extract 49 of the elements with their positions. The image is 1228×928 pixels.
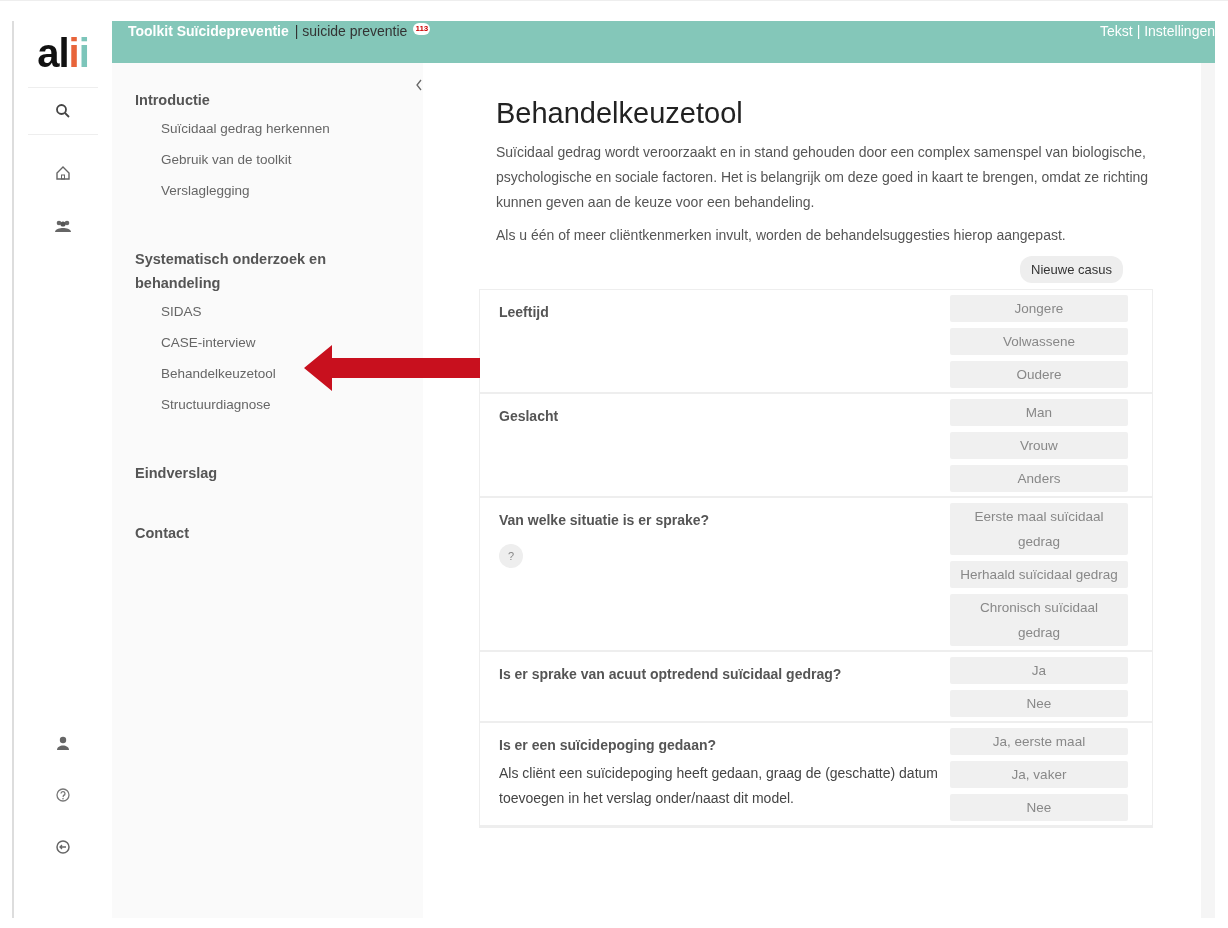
sidebar-section[interactable]: Introductie <box>135 88 355 112</box>
option-button[interactable]: Man <box>950 399 1128 426</box>
sidebar-item[interactable]: Suïcidaal gedrag herkennen <box>135 118 330 149</box>
option-button[interactable]: Nee <box>950 794 1128 821</box>
option-button[interactable]: Oudere <box>950 361 1128 388</box>
option-button[interactable]: Ja <box>950 657 1128 684</box>
collapse-icon[interactable] <box>415 79 423 91</box>
sidebar-item[interactable]: Behandelkeuzetool <box>135 363 276 394</box>
question-label: Leeftijd <box>499 304 550 320</box>
sidebar-item[interactable]: SIDAS <box>135 301 202 332</box>
option-button[interactable]: Nee <box>950 690 1128 717</box>
question-label: Van welke situatie is er sprake? <box>499 512 711 528</box>
question-note: Als cliënt een suïcidepoging heeft gedaan, graag de (geschatte) datum toevoegen in het verslag onder/naast dit model. <box>499 764 939 808</box>
header-links[interactable]: Tekst | Instellingen <box>1100 23 1215 39</box>
help-icon[interactable] <box>56 788 70 802</box>
sidebar-item[interactable]: Verslaglegging <box>135 180 250 211</box>
intro-paragraph: Suïcidaal gedrag wordt veroorzaakt en in stand gehouden door een complex samenspel van biologische, psychologische en sociale factoren. Het is belangrijk om deze goed in kaart te brengen, omdat ze richting kunnen geven aan de keuze voor een behandeling. <box>496 143 1150 212</box>
toolkit-subtitle: | suicide preventie <box>294 23 408 39</box>
question-label: Is er sprake van acuut optredend suïcidaal gedrag? <box>499 666 843 682</box>
new-case-button[interactable]: Nieuwe casus <box>1020 256 1123 283</box>
logout-icon[interactable] <box>56 840 70 854</box>
option-button[interactable]: Volwassene <box>950 328 1128 355</box>
help-button[interactable]: ? <box>499 544 523 568</box>
option-button[interactable]: Anders <box>950 465 1128 492</box>
scrollbar[interactable] <box>1201 63 1215 918</box>
sidebar-section[interactable]: Systematisch onderzoek en behandeling <box>135 247 355 295</box>
question-label: Geslacht <box>499 408 560 424</box>
logo: alii <box>37 33 89 73</box>
option-button[interactable]: Eerste maal suïcidaal gedrag <box>950 503 1128 555</box>
option-button[interactable]: Chronisch suïcidaal gedrag <box>950 594 1128 646</box>
sidebar-section[interactable]: Eindverslag <box>135 461 355 485</box>
option-button[interactable]: Ja, eerste maal <box>950 728 1128 755</box>
option-button[interactable]: Herhaald suïcidaal gedrag <box>950 561 1128 588</box>
sidebar-item[interactable]: Structuurdiagnose <box>135 394 271 425</box>
option-button[interactable]: Jongere <box>950 295 1128 322</box>
page-title: Behandelkeuzetool <box>496 97 744 130</box>
option-button[interactable]: Ja, vaker <box>950 761 1128 788</box>
option-button[interactable]: Vrouw <box>950 432 1128 459</box>
user-icon[interactable] <box>57 736 69 750</box>
search-icon[interactable] <box>55 103 71 119</box>
sidebar-item[interactable]: Gebruik van de toolkit <box>135 149 292 180</box>
group-icon[interactable] <box>54 219 72 233</box>
intro-paragraph: Als u één of meer cliëntkenmerken invult, worden de behandelsuggesties hierop aangepast. <box>496 226 1067 245</box>
toolkit-title: Toolkit Suïcidepreventie <box>128 23 289 39</box>
question-label: Is er een suïcidepoging gedaan? <box>499 737 718 753</box>
hotline-badge: 113 <box>413 23 431 35</box>
home-icon[interactable] <box>55 165 71 181</box>
sidebar-section[interactable]: Contact <box>135 521 355 545</box>
sidebar-item[interactable]: CASE-interview <box>135 332 256 363</box>
